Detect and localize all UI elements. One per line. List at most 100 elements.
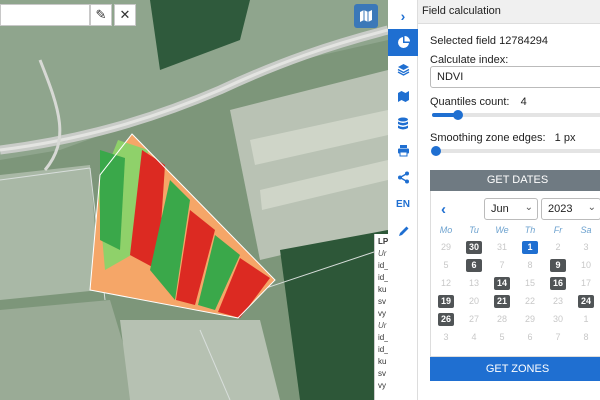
feature-info-line: ku xyxy=(378,285,387,294)
calendar-day: 4 xyxy=(471,332,477,342)
calendar-day: 3 xyxy=(443,332,449,342)
calendar-day-available[interactable]: 16 xyxy=(550,277,566,290)
calendar-day: 8 xyxy=(527,260,533,270)
map-icon xyxy=(360,10,372,22)
calendar-day: 30 xyxy=(552,314,563,324)
pencil-icon xyxy=(398,226,408,236)
calendar-day-available[interactable]: 30 xyxy=(466,241,482,254)
calendar-day: 20 xyxy=(468,296,479,306)
feature-info-line: Ur xyxy=(378,321,387,330)
calc-index-select[interactable]: NDVI xyxy=(430,66,600,88)
date-calendar: ‹ Jun ⌄ 2023 ⌄ Mo Tu We Th Fr Sa 29 30 31 1 2 3 5 6 7 8… xyxy=(430,191,600,357)
calc-index-label: Calculate index: xyxy=(430,54,509,66)
feature-info-line: vy xyxy=(378,309,386,318)
chevron-down-icon: ⌄ xyxy=(524,202,533,213)
map-icon xyxy=(397,91,409,102)
chevron-down-icon: ⌄ xyxy=(587,202,596,213)
calendar-day: 15 xyxy=(524,278,535,288)
year-value: 2023 xyxy=(548,203,573,215)
quantiles-count-label: Quantiles count: 4 xyxy=(430,96,527,108)
calendar-day: 27 xyxy=(468,314,479,324)
close-button[interactable]: ✕ xyxy=(114,4,136,26)
calc-index-value: NDVI xyxy=(437,71,464,83)
weekday-header: Fr xyxy=(553,225,563,235)
basemap-button[interactable] xyxy=(354,4,378,28)
calendar-day-available[interactable]: 26 xyxy=(438,313,454,326)
calendar-day: 5 xyxy=(499,332,505,342)
feature-info-line: sv xyxy=(378,369,386,378)
database-icon xyxy=(398,117,408,130)
calendar-day: 1 xyxy=(583,314,589,324)
close-icon: ✕ xyxy=(119,7,131,22)
year-select[interactable]: 2023 ⌄ xyxy=(541,198,600,220)
calendar-day: 6 xyxy=(527,332,533,342)
feature-info-line: sv xyxy=(378,297,386,306)
calendar-day-available[interactable]: 1 xyxy=(522,241,538,254)
share-tool[interactable] xyxy=(388,164,418,191)
print-icon xyxy=(397,145,409,157)
calendar-prev-button[interactable]: ‹ xyxy=(441,201,446,218)
weekday-header: Tu xyxy=(469,225,479,235)
quantiles-slider[interactable] xyxy=(432,110,600,120)
collapse-panel-button[interactable]: › xyxy=(388,2,418,29)
feature-info-line: id_ xyxy=(378,273,388,282)
calendar-day-available[interactable]: 6 xyxy=(466,259,482,272)
calendar-day: 29 xyxy=(524,314,535,324)
feature-info-line: vy xyxy=(378,381,386,390)
pencil-icon: ✎ xyxy=(95,7,107,22)
smoothing-label: Smoothing zone edges: 1 px xyxy=(430,132,576,144)
month-value: Jun xyxy=(491,203,509,215)
calendar-day-available[interactable]: 24 xyxy=(578,295,594,308)
calendar-day: 10 xyxy=(580,260,591,270)
feature-info-line: LP xyxy=(378,237,388,246)
calendar-day: 3 xyxy=(583,242,589,252)
month-select[interactable]: Jun ⌄ xyxy=(484,198,538,220)
calendar-day: 7 xyxy=(499,260,505,270)
fields-map-tool[interactable] xyxy=(388,83,418,110)
feature-info-line: Ur xyxy=(378,249,387,258)
weekday-header: We xyxy=(495,225,509,235)
selected-field-label: Selected field 12784294 xyxy=(430,35,549,47)
calendar-day-available[interactable]: 19 xyxy=(438,295,454,308)
smoothing-value: 1 px xyxy=(554,132,576,144)
calendar-day-available[interactable]: 9 xyxy=(550,259,566,272)
quantiles-count-value: 4 xyxy=(520,96,527,108)
chevron-right-icon: › xyxy=(400,7,406,24)
draw-tool[interactable] xyxy=(388,218,418,245)
calendar-day: 31 xyxy=(496,242,507,252)
pie-chart-icon xyxy=(397,36,410,48)
weekday-header: Sa xyxy=(580,225,592,235)
calendar-day: 23 xyxy=(552,296,563,306)
calendar-day-available[interactable]: 14 xyxy=(494,277,510,290)
quantiles-slider-handle[interactable] xyxy=(453,110,464,120)
calendar-day: 13 xyxy=(468,278,479,288)
layers-tool[interactable] xyxy=(388,56,418,83)
smoothing-slider-handle[interactable] xyxy=(430,146,441,156)
tool-rail: › EN xyxy=(388,0,418,400)
field-calculation-panel: Field calculation Selected field 1278429… xyxy=(418,0,600,400)
calendar-day: 5 xyxy=(443,260,449,270)
calendar-day-available[interactable]: 21 xyxy=(494,295,510,308)
get-zones-button[interactable]: GET ZONES xyxy=(430,357,600,381)
database-tool[interactable] xyxy=(388,110,418,137)
feature-info-line: ku xyxy=(378,357,387,366)
share-icon xyxy=(397,171,409,184)
print-tool[interactable] xyxy=(388,137,418,164)
feature-info-line: id_ xyxy=(378,333,388,342)
map-view[interactable]: ✎ ✕ LP Ur id_ id_ ku sv vy Ur id_ id_ ku sv vy xyxy=(0,0,388,400)
get-dates-button[interactable]: GET DATES xyxy=(430,170,600,191)
calendar-day: 2 xyxy=(555,242,561,252)
smoothing-slider[interactable] xyxy=(430,146,600,156)
field-search-input[interactable] xyxy=(0,4,90,26)
calendar-day: 17 xyxy=(580,278,591,288)
calendar-day: 12 xyxy=(440,278,451,288)
field-calculation-tool[interactable] xyxy=(388,29,418,56)
weekday-header: Th xyxy=(524,225,536,235)
calendar-day: 7 xyxy=(555,332,561,342)
language-switch[interactable]: EN xyxy=(388,191,418,218)
layers-icon xyxy=(397,64,409,76)
calendar-day: 29 xyxy=(440,242,451,252)
calendar-day: 28 xyxy=(496,314,507,324)
calendar-day: 8 xyxy=(583,332,589,342)
edit-button[interactable]: ✎ xyxy=(90,4,112,26)
